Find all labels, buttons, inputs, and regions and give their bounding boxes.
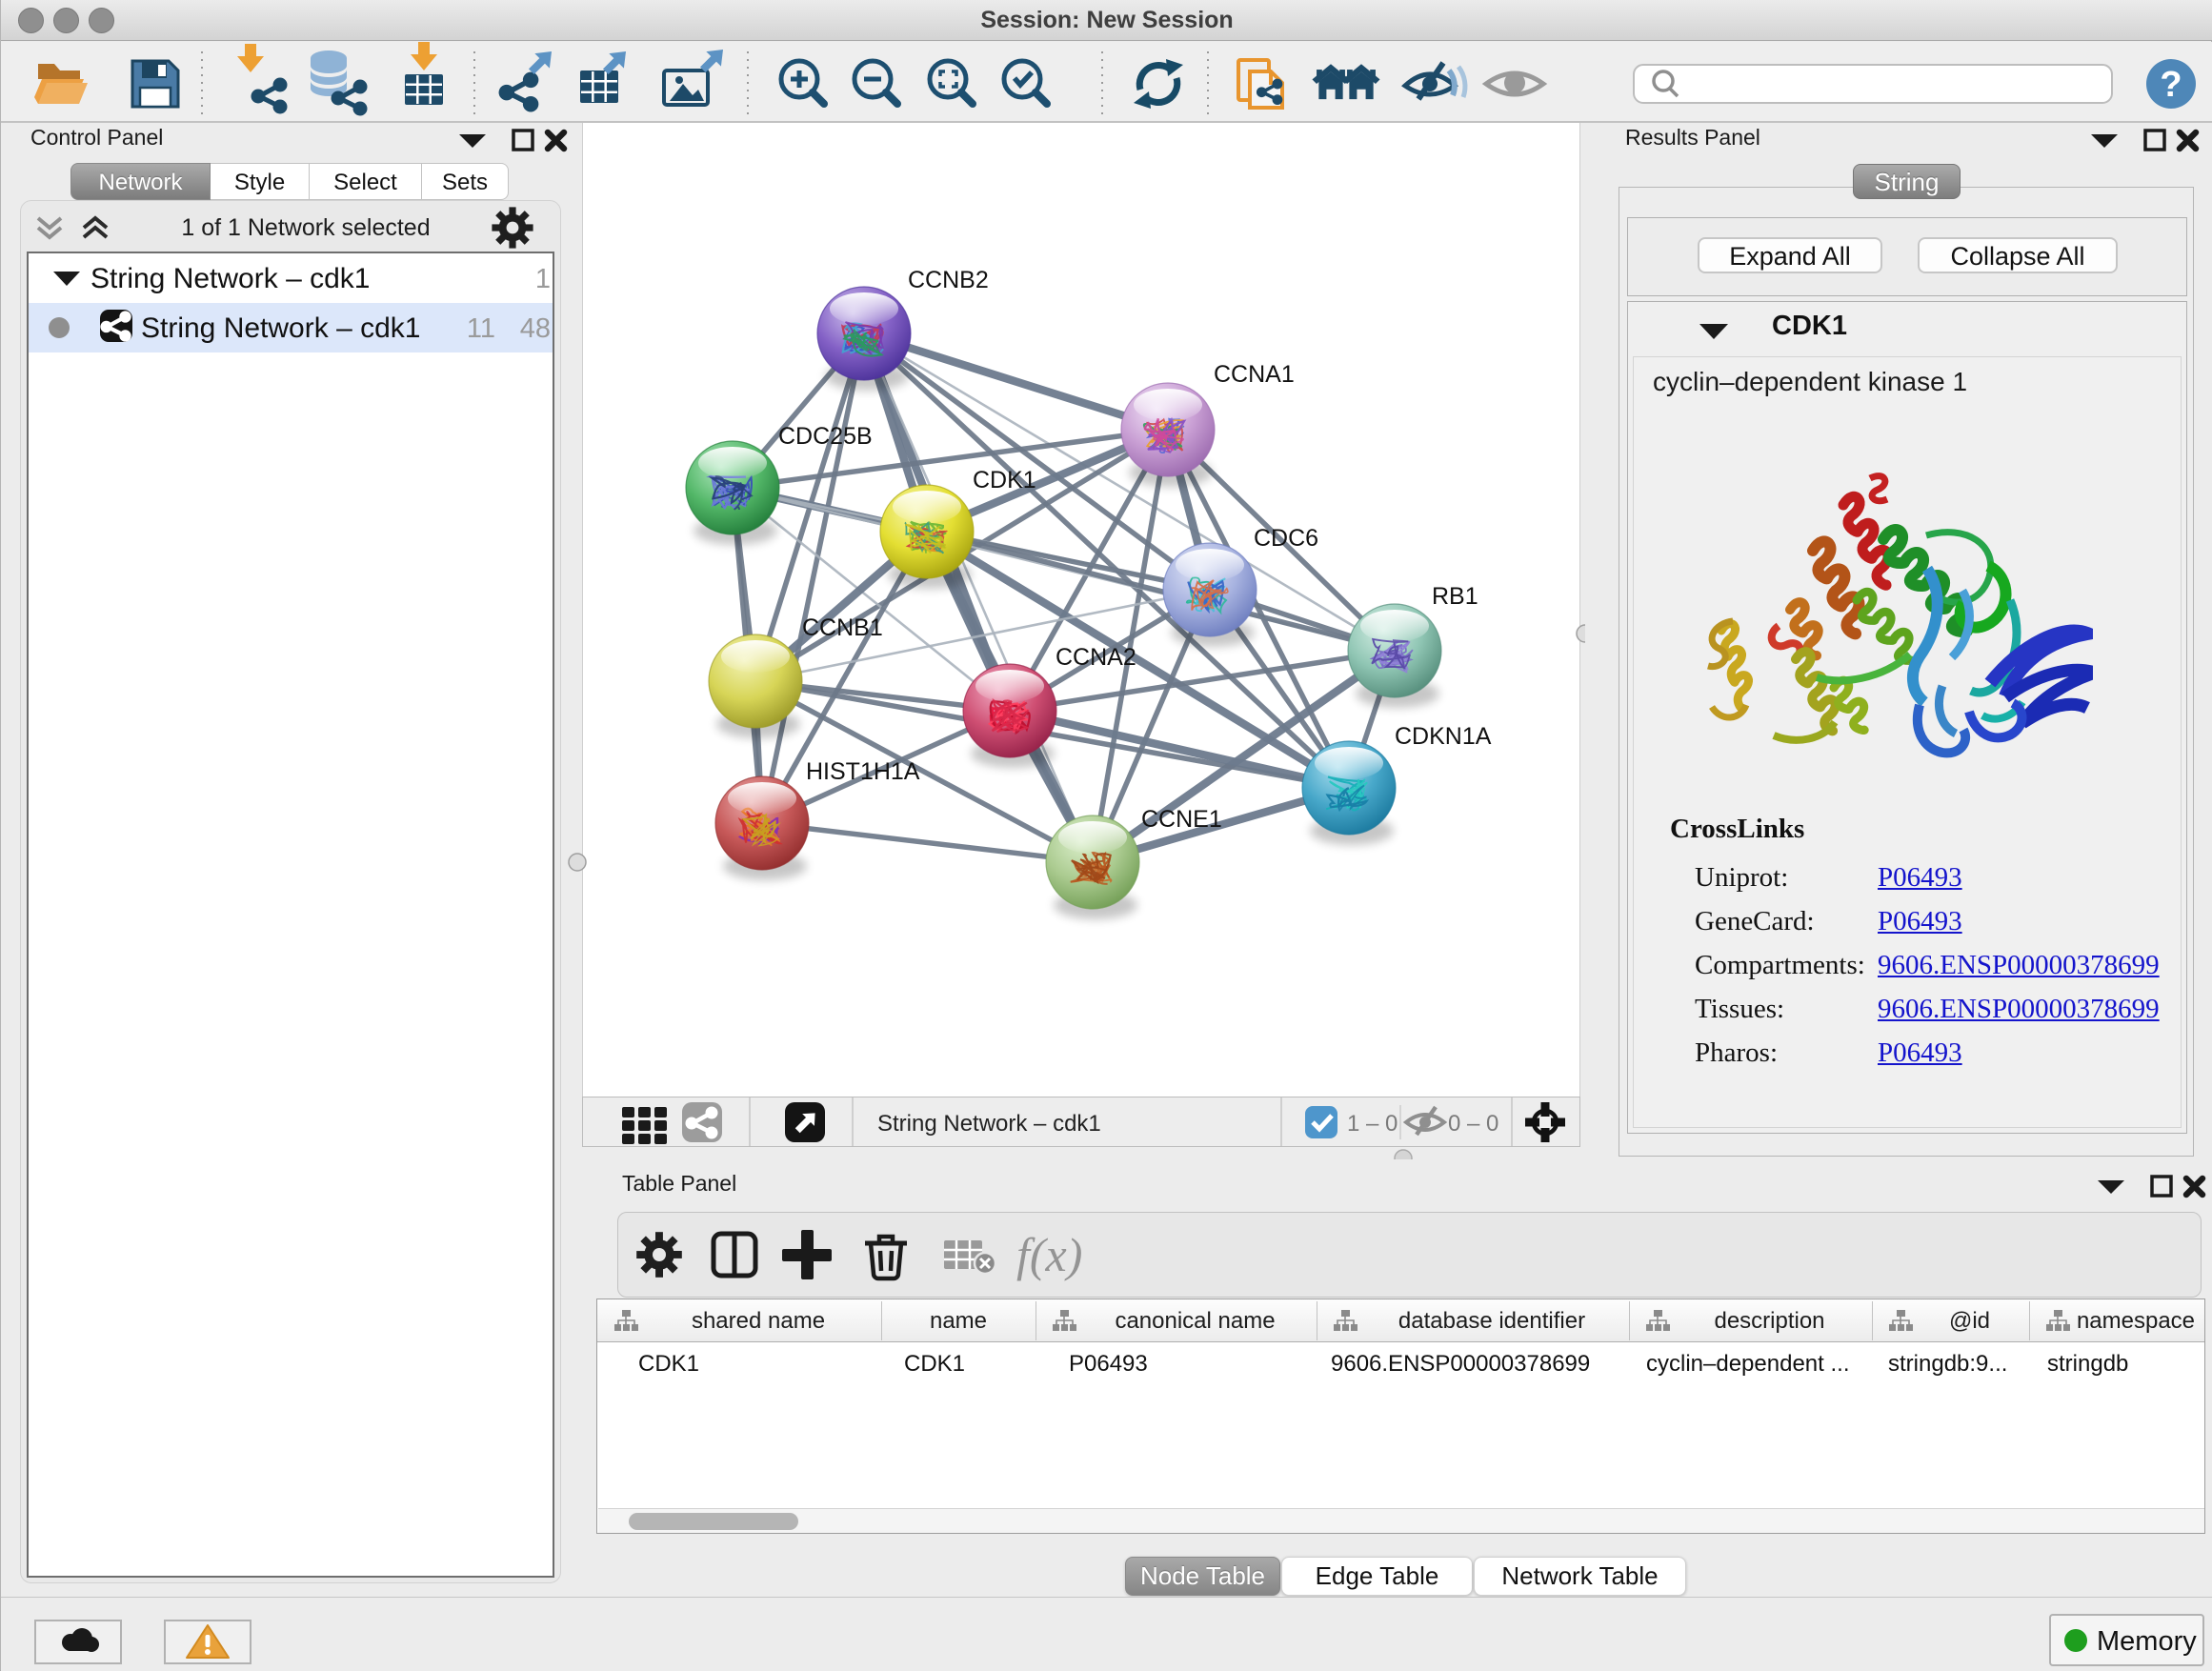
- svg-text:1 – 0: 1 – 0: [1347, 1111, 1398, 1137]
- svg-text:String Network – cdk1: String Network – cdk1: [877, 1111, 1101, 1137]
- svg-text:CDKN1A: CDKN1A: [1395, 723, 1492, 750]
- svg-text:?: ?: [2160, 65, 2182, 105]
- svg-text:Memory: Memory: [2097, 1626, 2197, 1657]
- svg-text:f(x): f(x): [1016, 1228, 1082, 1281]
- svg-text:CDC6: CDC6: [1254, 525, 1318, 552]
- svg-text:CCNA1: CCNA1: [1214, 361, 1295, 388]
- svg-text:CDC25B: CDC25B: [778, 423, 873, 450]
- svg-text:CCNA2: CCNA2: [1056, 644, 1136, 671]
- svg-text:HIST1H1A: HIST1H1A: [806, 758, 920, 785]
- svg-text:RB1: RB1: [1432, 583, 1478, 610]
- svg-text:CDK1: CDK1: [973, 467, 1036, 493]
- svg-text:CCNB1: CCNB1: [802, 614, 883, 641]
- svg-text:CCNB2: CCNB2: [908, 267, 989, 293]
- svg-text:0 – 0: 0 – 0: [1448, 1111, 1498, 1137]
- svg-text:CCNE1: CCNE1: [1141, 806, 1222, 833]
